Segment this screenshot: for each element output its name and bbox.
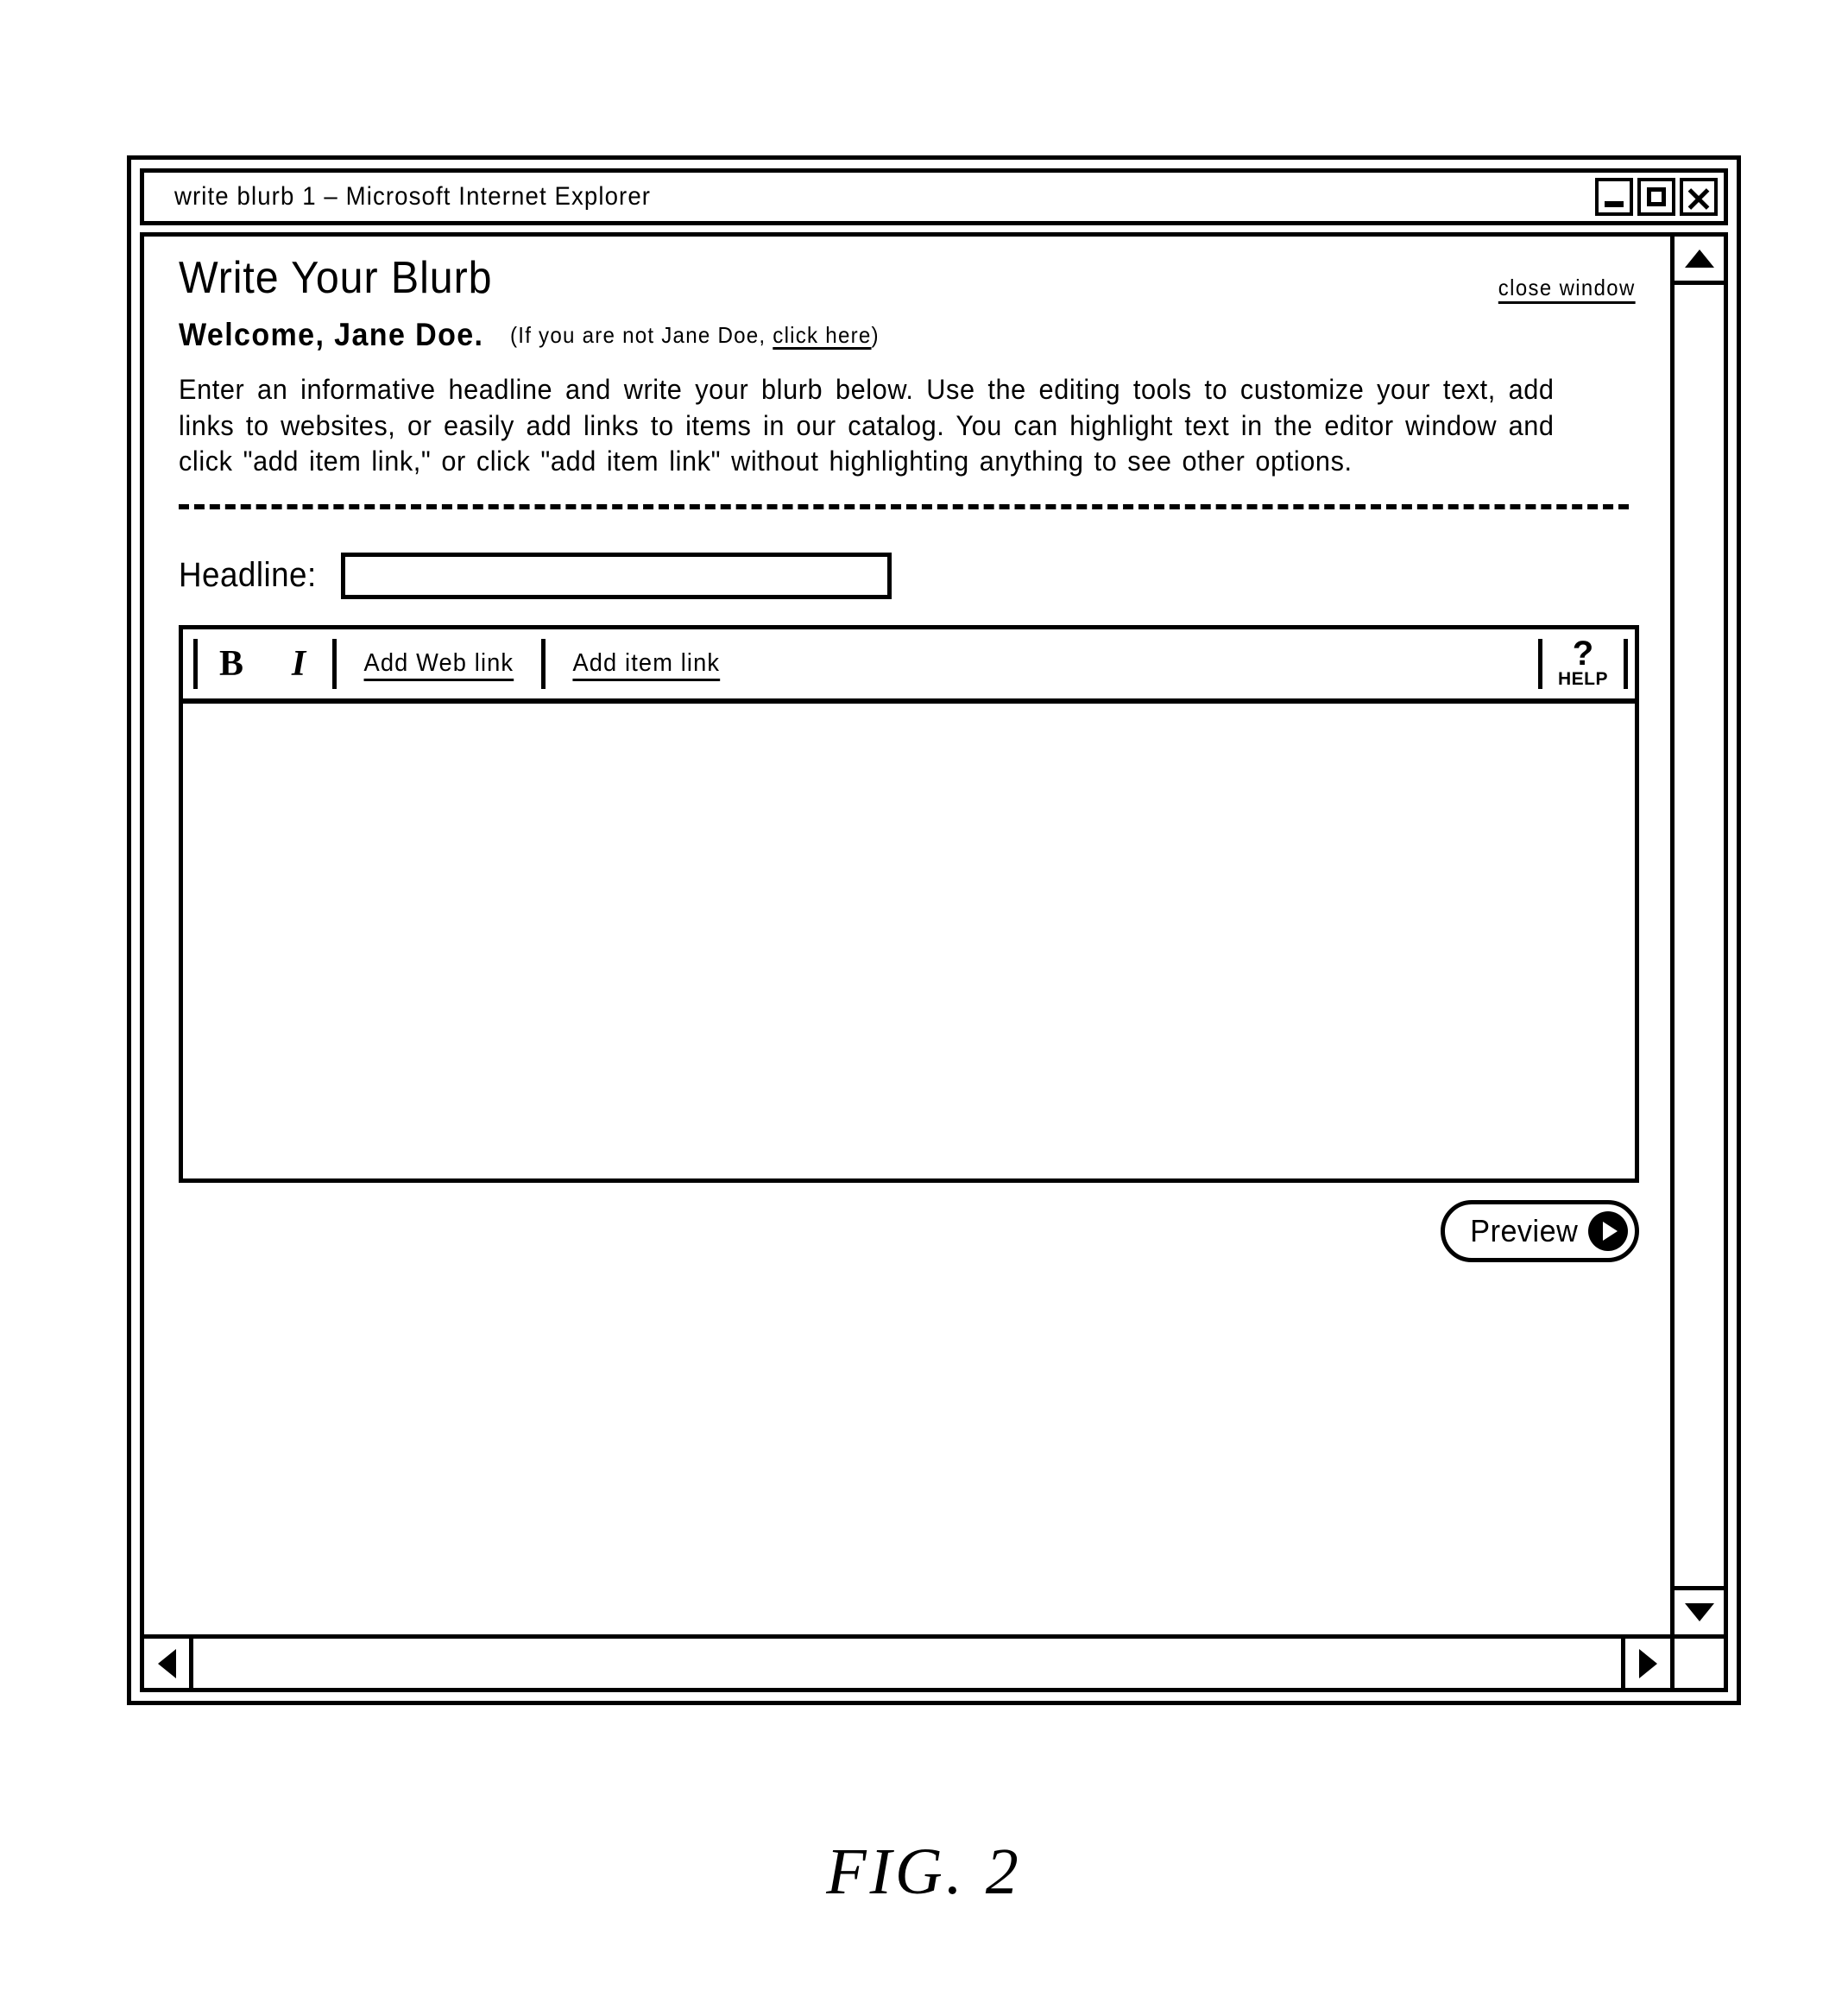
dashed-divider [179,503,1629,509]
headline-input[interactable] [340,552,892,599]
add-web-link-button[interactable]: Add Web link [343,649,535,678]
blurb-editor: B I Add Web link Add item link ? HELP [179,624,1639,1183]
scrollbar-corner [1670,1634,1724,1688]
window-title: write blurb 1 – Microsoft Internet Explo… [173,182,652,211]
toolbar-separator [332,638,337,689]
figure-caption: FIG. 2 [826,1836,1022,1908]
close-icon [1683,181,1714,212]
browser-window: write blurb 1 – Microsoft Internet Explo… [127,155,1741,1705]
browser-client-area: Write Your Blurb close window Welcome, J… [140,232,1728,1692]
preview-row: Preview [179,1199,1639,1262]
toolbar-separator [540,638,546,689]
page-content: Write Your Blurb close window Welcome, J… [179,256,1655,1262]
horizontal-scroll-track[interactable] [193,1639,1621,1688]
triangle-right-icon [1638,1648,1657,1678]
preview-label: Preview [1470,1212,1579,1248]
welcome-note: (If you are not Jane Doe, click here) [510,322,880,349]
play-arrow-icon [1588,1210,1628,1251]
editor-textarea[interactable] [183,703,1635,1178]
italic-button[interactable]: I [265,646,332,682]
maximize-button[interactable] [1637,178,1675,216]
headline-label: Headline: [179,556,317,595]
click-here-link[interactable]: click here [773,322,871,348]
question-mark-icon: ? [1572,635,1594,673]
maximize-icon [1647,187,1666,206]
scroll-right-button[interactable] [1621,1639,1670,1688]
help-label: HELP [1557,669,1608,690]
toolbar-separator [1624,638,1628,689]
preview-button[interactable]: Preview [1441,1199,1639,1262]
page-title: Write Your Blurb [179,253,493,303]
vertical-scroll-track[interactable] [1675,285,1724,1586]
welcome-note-prefix: (If you are not Jane Doe, [510,322,773,348]
welcome-note-suffix: ) [871,322,880,348]
play-triangle [1603,1221,1618,1241]
scroll-up-button[interactable] [1675,237,1724,285]
page-header-row: Write Your Blurb close window [179,256,1655,301]
triangle-down-icon [1684,1603,1714,1621]
page-canvas: Write Your Blurb close window Welcome, J… [144,237,1670,1634]
editor-toolbar: B I Add Web link Add item link ? HELP [183,629,1635,704]
help-button[interactable]: ? HELP [1542,635,1624,690]
add-item-link-button[interactable]: Add item link [552,649,741,678]
welcome-row: Welcome, Jane Doe. (If you are not Jane D… [179,317,1655,353]
headline-row: Headline: [179,552,1655,599]
minimize-icon [1605,201,1624,207]
window-controls [1595,178,1718,216]
window-title-bar: write blurb 1 – Microsoft Internet Explo… [140,168,1728,225]
bold-button[interactable]: B [198,646,265,682]
welcome-greeting: Welcome, Jane Doe. [179,317,484,352]
close-window-link[interactable]: close window [1498,275,1636,301]
horizontal-scrollbar[interactable] [144,1634,1670,1688]
instructions-paragraph: Enter an informative headline and write … [179,374,1555,477]
scroll-left-button[interactable] [144,1639,193,1688]
minimize-button[interactable] [1595,178,1633,216]
triangle-left-icon [157,1648,176,1678]
vertical-scrollbar[interactable] [1670,237,1724,1634]
close-button[interactable] [1680,178,1718,216]
triangle-up-icon [1684,250,1714,268]
scroll-down-button[interactable] [1675,1586,1724,1634]
